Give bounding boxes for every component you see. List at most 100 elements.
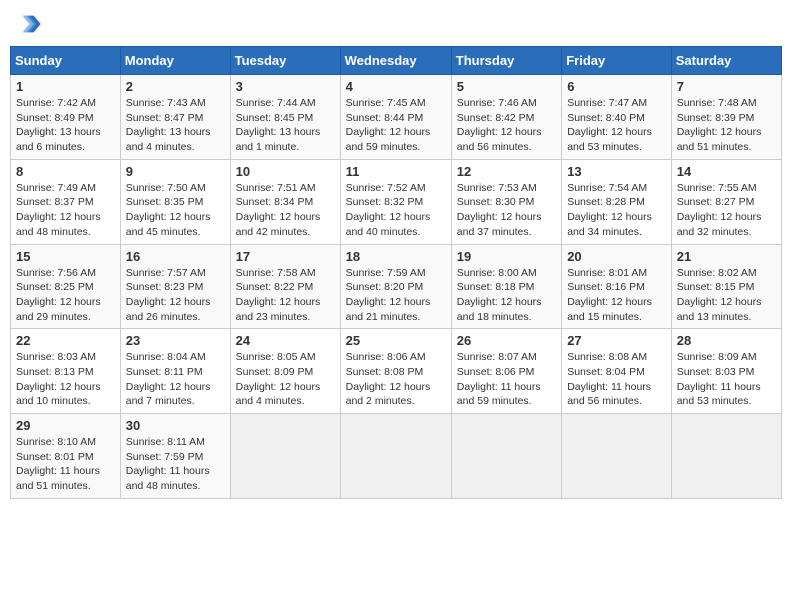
day-number: 9 bbox=[126, 164, 225, 179]
day-number: 29 bbox=[16, 418, 115, 433]
calendar-cell: 23 Sunrise: 8:04 AM Sunset: 8:11 PM Dayli… bbox=[120, 329, 230, 414]
calendar-cell bbox=[671, 414, 781, 499]
day-number: 21 bbox=[677, 249, 776, 264]
calendar-header-row: SundayMondayTuesdayWednesdayThursdayFrid… bbox=[11, 47, 782, 75]
day-info: Sunrise: 8:09 AM Sunset: 8:03 PM Dayligh… bbox=[677, 350, 776, 409]
calendar-cell: 20 Sunrise: 8:01 AM Sunset: 8:16 PM Dayli… bbox=[562, 244, 672, 329]
day-number: 11 bbox=[346, 164, 446, 179]
day-info: Sunrise: 7:58 AM Sunset: 8:22 PM Dayligh… bbox=[236, 266, 335, 325]
weekday-header: Monday bbox=[120, 47, 230, 75]
day-info: Sunrise: 8:06 AM Sunset: 8:08 PM Dayligh… bbox=[346, 350, 446, 409]
calendar-week-row: 8 Sunrise: 7:49 AM Sunset: 8:37 PM Daylig… bbox=[11, 159, 782, 244]
calendar-cell: 22 Sunrise: 8:03 AM Sunset: 8:13 PM Dayli… bbox=[11, 329, 121, 414]
calendar-cell: 8 Sunrise: 7:49 AM Sunset: 8:37 PM Daylig… bbox=[11, 159, 121, 244]
day-number: 30 bbox=[126, 418, 225, 433]
calendar-week-row: 15 Sunrise: 7:56 AM Sunset: 8:25 PM Dayli… bbox=[11, 244, 782, 329]
day-number: 6 bbox=[567, 79, 666, 94]
day-info: Sunrise: 7:53 AM Sunset: 8:30 PM Dayligh… bbox=[457, 181, 556, 240]
calendar-table: SundayMondayTuesdayWednesdayThursdayFrid… bbox=[10, 46, 782, 499]
calendar-cell: 15 Sunrise: 7:56 AM Sunset: 8:25 PM Dayli… bbox=[11, 244, 121, 329]
day-number: 4 bbox=[346, 79, 446, 94]
day-info: Sunrise: 7:45 AM Sunset: 8:44 PM Dayligh… bbox=[346, 96, 446, 155]
day-number: 27 bbox=[567, 333, 666, 348]
calendar-cell: 13 Sunrise: 7:54 AM Sunset: 8:28 PM Dayli… bbox=[562, 159, 672, 244]
calendar-cell: 11 Sunrise: 7:52 AM Sunset: 8:32 PM Dayli… bbox=[340, 159, 451, 244]
day-number: 15 bbox=[16, 249, 115, 264]
day-number: 2 bbox=[126, 79, 225, 94]
calendar-cell: 17Sunrise: 7:58 AM Sunset: 8:22 PM Dayli… bbox=[230, 244, 340, 329]
page-header bbox=[10, 10, 782, 38]
day-number: 3 bbox=[236, 79, 335, 94]
day-number: 19 bbox=[457, 249, 556, 264]
calendar-cell: 18 Sunrise: 7:59 AM Sunset: 8:20 PM Dayli… bbox=[340, 244, 451, 329]
day-info: Sunrise: 7:59 AM Sunset: 8:20 PM Dayligh… bbox=[346, 266, 446, 325]
day-number: 24 bbox=[236, 333, 335, 348]
calendar-cell: 7 Sunrise: 7:48 AM Sunset: 8:39 PM Daylig… bbox=[671, 75, 781, 160]
day-info: Sunrise: 8:08 AM Sunset: 8:04 PM Dayligh… bbox=[567, 350, 666, 409]
calendar-week-row: 1 Sunrise: 7:42 AM Sunset: 8:49 PM Daylig… bbox=[11, 75, 782, 160]
weekday-header: Thursday bbox=[451, 47, 561, 75]
day-number: 8 bbox=[16, 164, 115, 179]
calendar-cell: 2 Sunrise: 7:43 AM Sunset: 8:47 PM Daylig… bbox=[120, 75, 230, 160]
day-number: 18 bbox=[346, 249, 446, 264]
day-number: 25 bbox=[346, 333, 446, 348]
calendar-cell: 5 Sunrise: 7:46 AM Sunset: 8:42 PM Daylig… bbox=[451, 75, 561, 160]
weekday-header: Sunday bbox=[11, 47, 121, 75]
day-info: Sunrise: 8:00 AM Sunset: 8:18 PM Dayligh… bbox=[457, 266, 556, 325]
calendar-cell: 19 Sunrise: 8:00 AM Sunset: 8:18 PM Dayli… bbox=[451, 244, 561, 329]
day-info: Sunrise: 8:02 AM Sunset: 8:15 PM Dayligh… bbox=[677, 266, 776, 325]
day-info: Sunrise: 7:44 AM Sunset: 8:45 PM Dayligh… bbox=[236, 96, 335, 155]
calendar-cell: 1 Sunrise: 7:42 AM Sunset: 8:49 PM Daylig… bbox=[11, 75, 121, 160]
calendar-cell: 16Sunrise: 7:57 AM Sunset: 8:23 PM Dayli… bbox=[120, 244, 230, 329]
day-info: Sunrise: 8:03 AM Sunset: 8:13 PM Dayligh… bbox=[16, 350, 115, 409]
day-info: Sunrise: 7:46 AM Sunset: 8:42 PM Dayligh… bbox=[457, 96, 556, 155]
calendar-cell: 28 Sunrise: 8:09 AM Sunset: 8:03 PM Dayli… bbox=[671, 329, 781, 414]
day-info: Sunrise: 7:49 AM Sunset: 8:37 PM Dayligh… bbox=[16, 181, 115, 240]
day-info: Sunrise: 7:52 AM Sunset: 8:32 PM Dayligh… bbox=[346, 181, 446, 240]
calendar-cell: 9Sunrise: 7:50 AM Sunset: 8:35 PM Daylig… bbox=[120, 159, 230, 244]
day-number: 22 bbox=[16, 333, 115, 348]
logo bbox=[14, 10, 46, 38]
day-number: 26 bbox=[457, 333, 556, 348]
calendar-cell bbox=[340, 414, 451, 499]
calendar-cell: 3 Sunrise: 7:44 AM Sunset: 8:45 PM Daylig… bbox=[230, 75, 340, 160]
calendar-cell: 24 Sunrise: 8:05 AM Sunset: 8:09 PM Dayli… bbox=[230, 329, 340, 414]
weekday-header: Tuesday bbox=[230, 47, 340, 75]
day-number: 5 bbox=[457, 79, 556, 94]
calendar-cell bbox=[451, 414, 561, 499]
calendar-cell: 14Sunrise: 7:55 AM Sunset: 8:27 PM Dayli… bbox=[671, 159, 781, 244]
calendar-cell bbox=[230, 414, 340, 499]
day-number: 12 bbox=[457, 164, 556, 179]
day-info: Sunrise: 8:01 AM Sunset: 8:16 PM Dayligh… bbox=[567, 266, 666, 325]
day-number: 7 bbox=[677, 79, 776, 94]
day-info: Sunrise: 8:04 AM Sunset: 8:11 PM Dayligh… bbox=[126, 350, 225, 409]
calendar-week-row: 22 Sunrise: 8:03 AM Sunset: 8:13 PM Dayli… bbox=[11, 329, 782, 414]
day-info: Sunrise: 8:05 AM Sunset: 8:09 PM Dayligh… bbox=[236, 350, 335, 409]
calendar-cell: 21 Sunrise: 8:02 AM Sunset: 8:15 PM Dayli… bbox=[671, 244, 781, 329]
day-number: 20 bbox=[567, 249, 666, 264]
calendar-cell: 6Sunrise: 7:47 AM Sunset: 8:40 PM Daylig… bbox=[562, 75, 672, 160]
day-info: Sunrise: 7:56 AM Sunset: 8:25 PM Dayligh… bbox=[16, 266, 115, 325]
day-number: 1 bbox=[16, 79, 115, 94]
day-number: 13 bbox=[567, 164, 666, 179]
calendar-week-row: 29 Sunrise: 8:10 AM Sunset: 8:01 PM Dayli… bbox=[11, 414, 782, 499]
day-info: Sunrise: 7:54 AM Sunset: 8:28 PM Dayligh… bbox=[567, 181, 666, 240]
day-number: 16 bbox=[126, 249, 225, 264]
weekday-header: Wednesday bbox=[340, 47, 451, 75]
weekday-header: Friday bbox=[562, 47, 672, 75]
day-info: Sunrise: 7:43 AM Sunset: 8:47 PM Dayligh… bbox=[126, 96, 225, 155]
day-info: Sunrise: 7:51 AM Sunset: 8:34 PM Dayligh… bbox=[236, 181, 335, 240]
day-info: Sunrise: 7:48 AM Sunset: 8:39 PM Dayligh… bbox=[677, 96, 776, 155]
day-info: Sunrise: 8:07 AM Sunset: 8:06 PM Dayligh… bbox=[457, 350, 556, 409]
calendar-cell: 4 Sunrise: 7:45 AM Sunset: 8:44 PM Daylig… bbox=[340, 75, 451, 160]
day-info: Sunrise: 7:42 AM Sunset: 8:49 PM Dayligh… bbox=[16, 96, 115, 155]
day-number: 23 bbox=[126, 333, 225, 348]
calendar-cell: 30Sunrise: 8:11 AM Sunset: 7:59 PM Dayli… bbox=[120, 414, 230, 499]
calendar-cell bbox=[562, 414, 672, 499]
logo-icon bbox=[14, 10, 42, 38]
day-number: 28 bbox=[677, 333, 776, 348]
weekday-header: Saturday bbox=[671, 47, 781, 75]
calendar-cell: 27 Sunrise: 8:08 AM Sunset: 8:04 PM Dayli… bbox=[562, 329, 672, 414]
day-info: Sunrise: 8:10 AM Sunset: 8:01 PM Dayligh… bbox=[16, 435, 115, 494]
calendar-cell: 29 Sunrise: 8:10 AM Sunset: 8:01 PM Dayli… bbox=[11, 414, 121, 499]
